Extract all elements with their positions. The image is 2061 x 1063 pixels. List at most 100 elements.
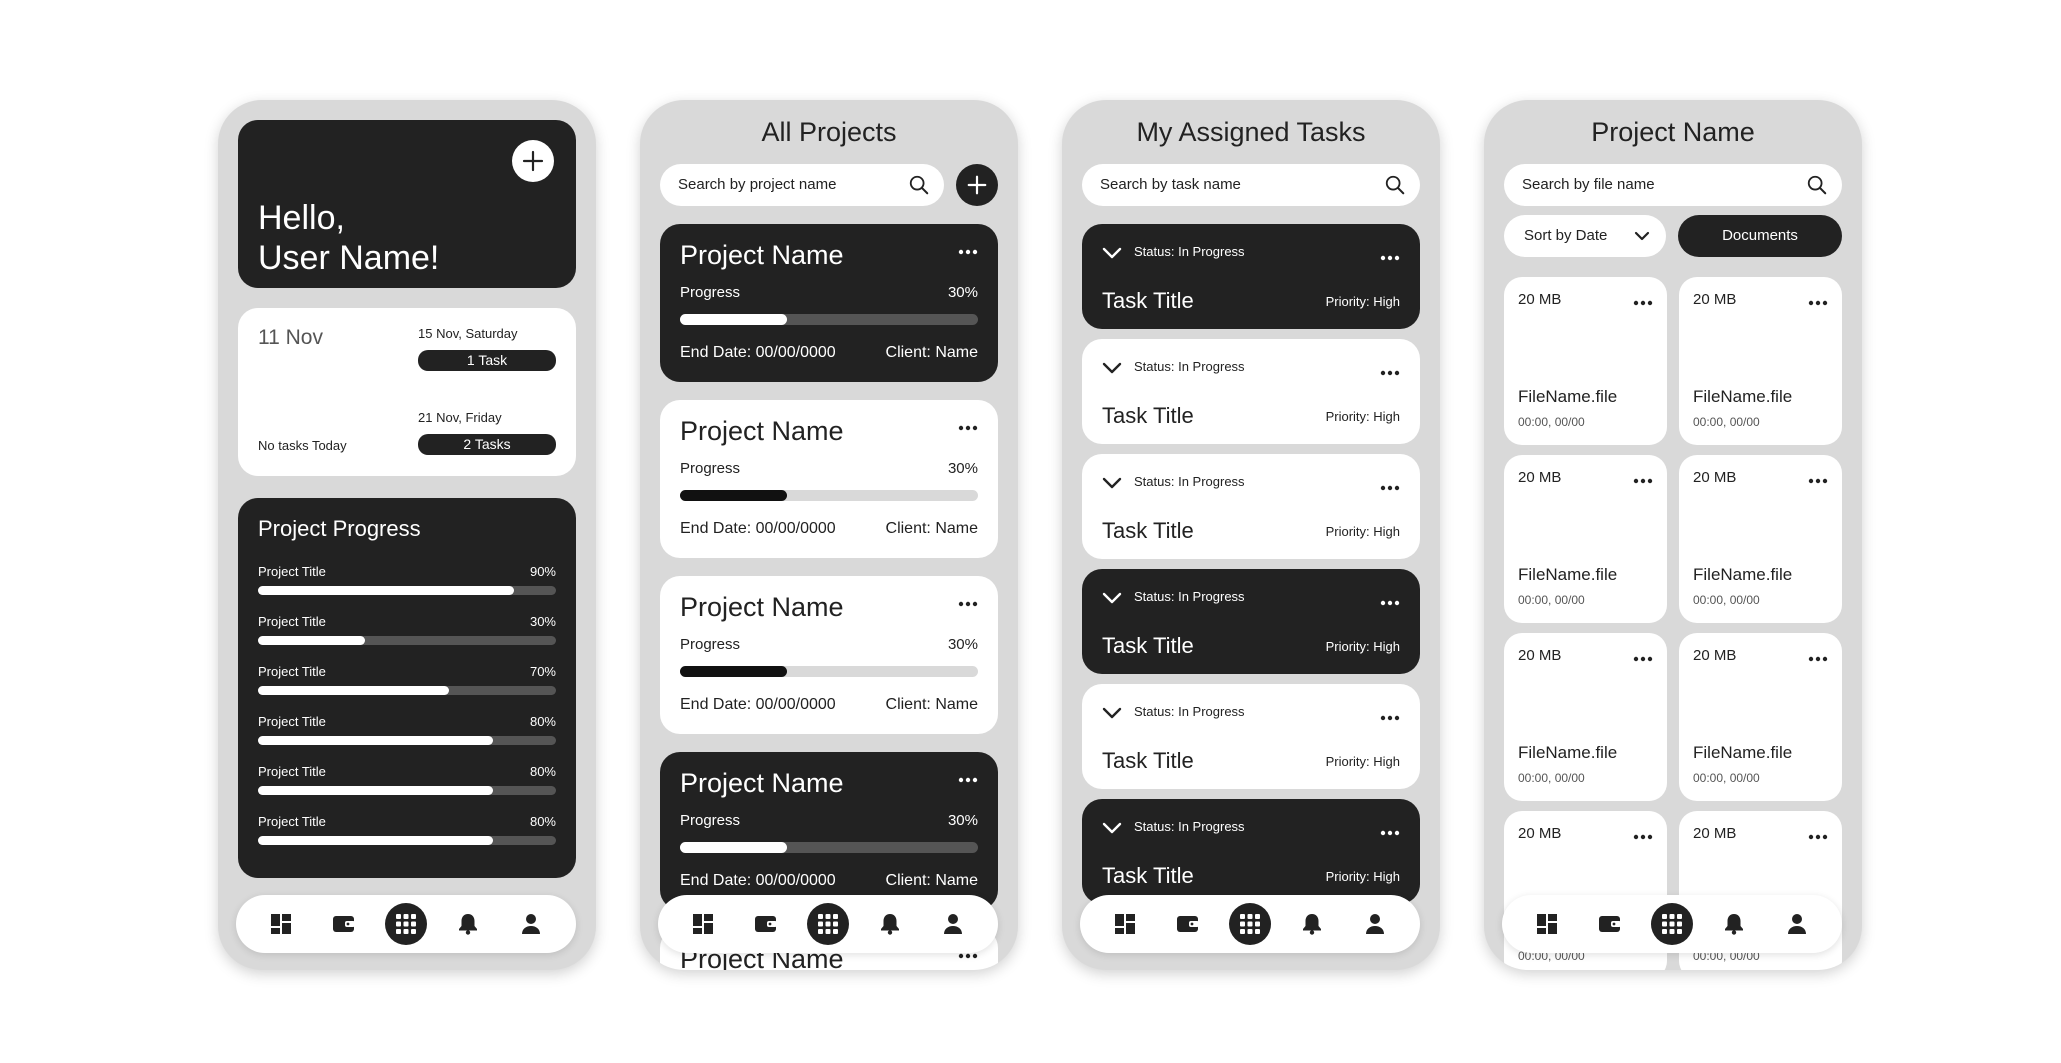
nav-apps[interactable] (1228, 903, 1271, 945)
greeting-line-2: User Name! (258, 239, 440, 277)
task-card[interactable]: Status: In Progress Task Title Priority: H… (1082, 224, 1420, 329)
nav-apps[interactable] (806, 903, 849, 945)
chevron-down-icon[interactable] (1102, 361, 1122, 380)
task-priority: Priority: High (1325, 639, 1400, 654)
progress-row[interactable]: Project Title 80% (258, 814, 556, 854)
more-options-icon[interactable] (1633, 827, 1653, 845)
project-card[interactable]: Project Name Progress 30% End Date: 00/00/0… (660, 400, 998, 558)
more-options-icon[interactable] (958, 418, 978, 436)
more-options-icon[interactable] (958, 594, 978, 612)
nav-wallet[interactable] (1167, 903, 1209, 945)
project-card[interactable]: Project Name Progress 30% End Date: 00/00/0… (660, 752, 998, 910)
task-card[interactable]: Status: In Progress Task Title Priority: H… (1082, 569, 1420, 674)
nav-wallet[interactable] (1589, 903, 1631, 945)
more-options-icon[interactable] (1633, 293, 1653, 311)
nav-wallet[interactable] (323, 903, 365, 945)
nav-dashboard[interactable] (260, 903, 302, 945)
more-options-icon[interactable] (1380, 593, 1400, 611)
progress-track (680, 490, 978, 501)
task-count-badge[interactable]: 2 Tasks (418, 434, 556, 455)
file-card[interactable]: 20 MB FileName.file 00:00, 00/00 (1504, 277, 1667, 445)
search-icon[interactable] (908, 174, 930, 196)
task-card[interactable]: Status: In Progress Task Title Priority: H… (1082, 684, 1420, 789)
file-card[interactable]: 20 MB FileName.file 00:00, 00/00 (1679, 455, 1842, 623)
nav-notifications[interactable] (1713, 903, 1755, 945)
more-options-icon[interactable] (1808, 649, 1828, 667)
more-options-icon[interactable] (1380, 478, 1400, 496)
nav-notifications[interactable] (447, 903, 489, 945)
file-card[interactable]: 20 MB FileName.file 00:00, 00/00 (1679, 277, 1842, 445)
task-card[interactable]: Status: In Progress Task Title Priority: H… (1082, 454, 1420, 559)
nav-notifications[interactable] (1291, 903, 1333, 945)
file-size: 20 MB (1693, 647, 1737, 664)
file-card[interactable]: 20 MB FileName.file 00:00, 00/00 (1679, 633, 1842, 801)
documents-filter-button[interactable]: Documents (1678, 215, 1842, 257)
file-timestamp: 00:00, 00/00 (1693, 771, 1760, 785)
search-icon[interactable] (1384, 174, 1406, 196)
task-card[interactable]: Status: In Progress Task Title Priority: H… (1082, 799, 1420, 904)
search-input[interactable]: Search by task name (1082, 164, 1420, 206)
apps-grid-icon (1661, 913, 1683, 935)
file-name: FileName.file (1518, 565, 1618, 584)
more-options-icon[interactable] (1380, 823, 1400, 841)
add-button[interactable] (512, 140, 554, 182)
nav-dashboard[interactable] (682, 903, 724, 945)
task-card[interactable]: Status: In Progress Task Title Priority: H… (1082, 339, 1420, 444)
more-options-icon[interactable] (1380, 248, 1400, 266)
more-options-icon[interactable] (1633, 649, 1653, 667)
more-options-icon[interactable] (1808, 471, 1828, 489)
dashboard-icon (1114, 913, 1136, 935)
add-project-button[interactable] (956, 164, 998, 206)
more-options-icon[interactable] (1380, 708, 1400, 726)
chevron-down-icon[interactable] (1102, 246, 1122, 265)
progress-row[interactable]: Project Title 90% (258, 564, 556, 604)
file-card[interactable]: 20 MB FileName.file 00:00, 00/00 (1504, 455, 1667, 623)
nav-dashboard[interactable] (1104, 903, 1146, 945)
file-size: 20 MB (1518, 291, 1562, 308)
nav-apps[interactable] (1650, 903, 1693, 945)
project-card[interactable]: Project Name Progress 30% End Date: 00/00/0… (660, 224, 998, 382)
task-count-badge[interactable]: 1 Task (418, 350, 556, 371)
search-input[interactable]: Search by file name (1504, 164, 1842, 206)
progress-row[interactable]: Project Title 70% (258, 664, 556, 704)
nav-wallet[interactable] (745, 903, 787, 945)
progress-fill (680, 842, 788, 853)
chevron-down-icon[interactable] (1102, 821, 1122, 840)
more-options-icon[interactable] (1808, 293, 1828, 311)
chevron-down-icon[interactable] (1102, 591, 1122, 610)
user-icon (521, 913, 541, 935)
progress-percent: 70% (529, 664, 556, 679)
bottom-nav (1502, 895, 1842, 953)
nav-dashboard[interactable] (1526, 903, 1568, 945)
nav-profile[interactable] (932, 903, 974, 945)
bell-icon (1724, 913, 1744, 935)
greeting-text: Hello, User Name! (258, 198, 439, 278)
more-options-icon[interactable] (1808, 827, 1828, 845)
search-input[interactable]: Search by project name (660, 164, 944, 206)
project-name: Project Name (680, 592, 844, 622)
sort-dropdown[interactable]: Sort by Date (1504, 215, 1666, 257)
more-options-icon[interactable] (1380, 363, 1400, 381)
progress-row[interactable]: Project Title 80% (258, 714, 556, 754)
more-options-icon[interactable] (958, 242, 978, 260)
progress-percent: 30% (947, 284, 978, 301)
chevron-down-icon[interactable] (1102, 706, 1122, 725)
nav-profile[interactable] (1776, 903, 1818, 945)
search-icon[interactable] (1806, 174, 1828, 196)
more-options-icon[interactable] (1633, 471, 1653, 489)
more-options-icon[interactable] (958, 770, 978, 788)
file-card[interactable]: 20 MB FileName.file 00:00, 00/00 (1504, 633, 1667, 801)
progress-row[interactable]: Project Title 30% (258, 614, 556, 654)
nav-profile[interactable] (1354, 903, 1396, 945)
nav-profile[interactable] (510, 903, 552, 945)
progress-track (258, 586, 556, 595)
assigned-tasks-screen: Status: In Progress Task Title Priority: H… (1062, 100, 1440, 970)
end-date: End Date: 00/00/0000 (680, 344, 836, 361)
nav-apps[interactable] (384, 903, 427, 945)
nav-notifications[interactable] (869, 903, 911, 945)
progress-row[interactable]: Project Title 80% (258, 764, 556, 804)
project-card[interactable]: Project Name Progress 30% End Date: 00/00/0… (660, 576, 998, 734)
project-progress-card: Project Progress Project Title 90% Project… (238, 498, 576, 878)
calendar-card[interactable]: 11 Nov No tasks Today 15 Nov, Saturday 1… (238, 308, 576, 476)
chevron-down-icon[interactable] (1102, 476, 1122, 495)
